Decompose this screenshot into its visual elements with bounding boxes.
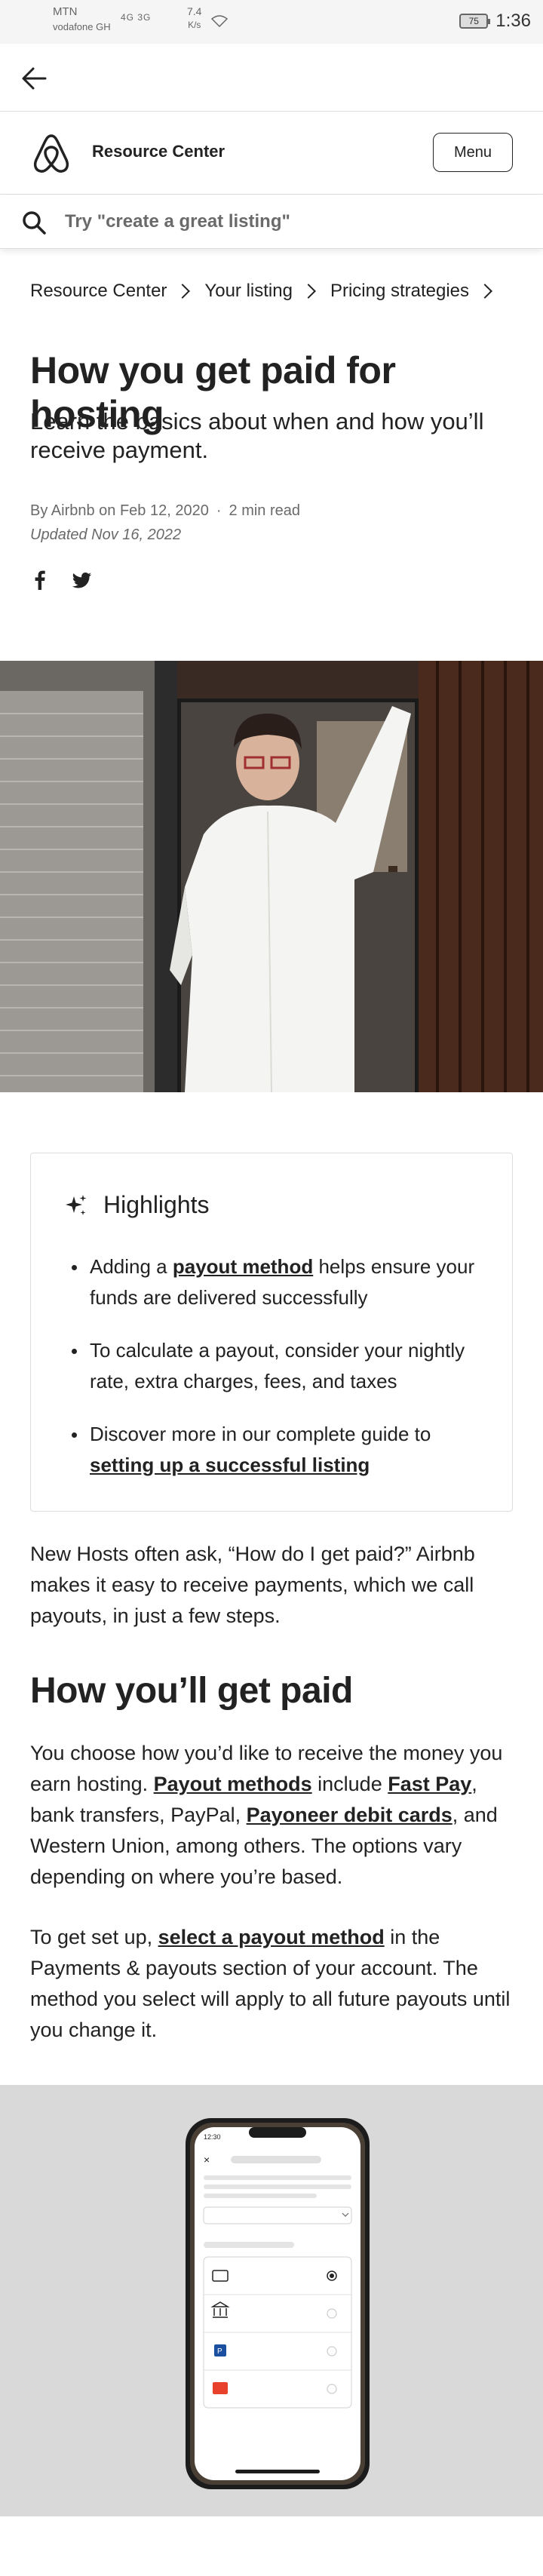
share-links — [30, 570, 92, 590]
article-subtitle: Learn the basics about when and how you’… — [30, 408, 484, 463]
list-item: Discover more in our complete guide to s… — [72, 1419, 494, 1481]
hero-photo — [0, 661, 543, 1092]
phone-mockup: 12:30 × P — [186, 2118, 370, 2489]
meta-separator: · — [216, 502, 222, 519]
wifi-icon — [211, 15, 228, 27]
breadcrumb-your-listing[interactable]: Your listing — [204, 281, 293, 302]
network-speed: 7.4 K/s — [187, 5, 201, 32]
successful-listing-link[interactable]: setting up a successful listing — [90, 1454, 370, 1476]
carrier-info: MTN vodafone GH — [53, 5, 111, 35]
battery-icon: 75 — [459, 14, 491, 29]
airbnb-logo-icon[interactable] — [30, 131, 72, 177]
breadcrumb: Resource Center Your listing Pricing str… — [30, 281, 507, 302]
setup-paragraph: To get set up, select a payout method in… — [30, 1922, 520, 2046]
updated-date: Updated Nov 16, 2022 — [30, 527, 182, 543]
speed-value: 7.4 — [187, 5, 202, 17]
search-bar — [0, 195, 543, 249]
search-icon — [23, 211, 46, 235]
status-bar: MTN vodafone GH 4G 3G 7.4 K/s 75 1:36 — [0, 0, 543, 44]
sparkle-icon — [66, 1194, 87, 1215]
list-item-text: To calculate a payout, consider your nig… — [90, 1339, 465, 1392]
highlights-title: Highlights — [103, 1191, 210, 1218]
list-item-text: Discover more in our complete guide to — [90, 1423, 431, 1445]
payoneer-link[interactable]: Payoneer debit cards — [247, 1804, 452, 1826]
twitter-icon[interactable] — [72, 570, 92, 590]
chevron-right-icon — [301, 284, 316, 299]
highlights-header: Highlights — [64, 1191, 210, 1219]
menu-button[interactable]: Menu — [433, 133, 513, 172]
payout-method-link[interactable]: payout method — [173, 1255, 313, 1278]
facebook-icon[interactable] — [30, 570, 50, 590]
breadcrumb-resource-center[interactable]: Resource Center — [30, 281, 167, 302]
site-header: Resource Center Menu — [0, 112, 543, 195]
list-item: Adding a payout method helps ensure your… — [72, 1251, 494, 1313]
signal-icon: 4G 3G — [121, 12, 152, 23]
highlights-list: Adding a payout method helps ensure your… — [72, 1251, 494, 1503]
paragraph-text: include — [311, 1773, 388, 1795]
highlights-card: Highlights Adding a payout method helps … — [30, 1153, 513, 1512]
app-bar — [0, 44, 543, 112]
clock: 1:36 — [495, 11, 531, 31]
breadcrumb-pricing-strategies[interactable]: Pricing strategies — [330, 281, 469, 302]
speed-unit: K/s — [188, 20, 201, 30]
section-heading: How you’ll get paid — [30, 1671, 353, 1711]
author-date: By Airbnb on Feb 12, 2020 — [30, 502, 209, 519]
select-payout-method-link[interactable]: select a payout method — [158, 1926, 385, 1948]
site-title[interactable]: Resource Center — [92, 142, 225, 161]
intro-paragraph: New Hosts often ask, “How do I get paid?… — [30, 1543, 475, 1627]
chevron-right-icon — [175, 284, 191, 299]
svg-text:×: × — [204, 2154, 210, 2166]
carrier-secondary: vodafone GH — [53, 21, 111, 32]
phone-time: 12:30 — [204, 2133, 221, 2141]
article-meta: By Airbnb on Feb 12, 2020 · 2 min read — [30, 502, 300, 520]
read-time: 2 min read — [229, 502, 301, 519]
payout-paragraph: You choose how you’d like to receive the… — [30, 1738, 520, 1893]
paragraph-text: To get set up, — [30, 1926, 158, 1948]
search-input[interactable] — [65, 205, 517, 238]
svg-text:P: P — [217, 2347, 222, 2356]
payout-methods-link[interactable]: Payout methods — [154, 1773, 312, 1795]
list-item-text: Adding a — [90, 1255, 173, 1278]
chevron-right-icon — [477, 284, 492, 299]
list-item: To calculate a payout, consider your nig… — [72, 1335, 494, 1397]
carrier-primary: MTN — [53, 5, 78, 18]
fast-pay-link[interactable]: Fast Pay — [388, 1773, 471, 1795]
back-arrow-icon[interactable] — [20, 65, 50, 92]
phone-illustration: 12:30 × P — [0, 2085, 543, 2516]
